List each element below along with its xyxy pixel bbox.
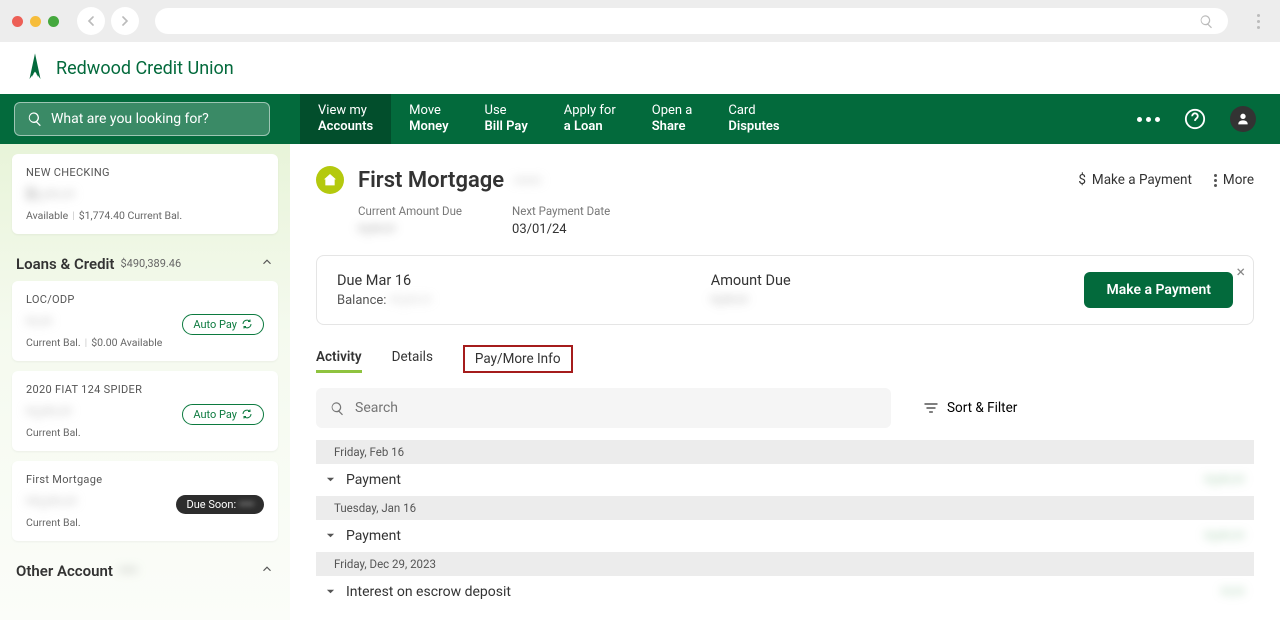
make-payment-button[interactable]: Make a Payment — [1084, 272, 1233, 308]
main-content: First Mortgage ••••• $ Make a Payment Mo… — [290, 144, 1280, 620]
summary-col: Current Amount Due••,•••.•• — [358, 204, 462, 237]
section-other-account[interactable]: Other Account ••••• — [12, 551, 278, 588]
account-meta: Current Bal. — [26, 426, 264, 439]
sort-filter-label: Sort & Filter — [947, 400, 1017, 416]
caret-down-icon — [326, 528, 340, 544]
section-total: $490,389.46 — [120, 257, 181, 270]
tab-pay-more-info[interactable]: Pay/More Info — [463, 345, 573, 373]
account-balance: •••,•••.•• — [26, 492, 76, 510]
main-nav: What are you looking for? View myAccount… — [0, 94, 1280, 144]
page-title: First Mortgage — [358, 168, 504, 193]
transaction-description: Payment — [346, 528, 1204, 544]
url-bar[interactable] — [155, 8, 1228, 34]
nav-item-disputes[interactable]: CardDisputes — [710, 94, 797, 144]
house-icon — [316, 166, 344, 194]
sort-filter-button[interactable]: Sort & Filter — [923, 400, 1017, 416]
account-card-loan[interactable]: First Mortgage •••,•••.•• Due Soon:•••• Cur… — [12, 461, 278, 541]
nav-item-a-loan[interactable]: Apply fora Loan — [546, 94, 634, 144]
transaction-amount: ••,•••.•• — [1204, 528, 1244, 544]
transaction-date-header: Friday, Dec 29, 2023 — [316, 552, 1254, 576]
summary-col: Next Payment Date03/01/24 — [512, 204, 610, 237]
maximize-window-icon[interactable] — [48, 16, 59, 27]
due-soon-badge: Due Soon:•••• — [176, 495, 264, 514]
browser-forward-button[interactable] — [111, 7, 139, 35]
page-title-number: ••••• — [514, 171, 541, 190]
browser-chrome — [0, 0, 1280, 42]
sidebar: NEW CHECKING $•,•••.•• Available|$1,774.… — [0, 144, 290, 620]
tab-activity[interactable]: Activity — [316, 345, 362, 373]
window-controls — [12, 16, 59, 27]
account-name: 2020 FIAT 124 SPIDER — [26, 383, 264, 396]
vertical-dots-icon — [1214, 174, 1217, 187]
autopay-button[interactable]: Auto Pay — [182, 314, 264, 335]
payment-due-box: × Due Mar 16 Balance: •••,•••.•• Amount … — [316, 255, 1254, 325]
brand-name: Redwood Credit Union — [56, 58, 234, 79]
filter-icon — [923, 400, 939, 416]
account-card-loan[interactable]: LOC/ODP ••.•• Auto PayCurrent Bal.|$0.00 A… — [12, 281, 278, 361]
account-meta: Current Bal. — [26, 516, 264, 529]
search-icon — [1199, 14, 1214, 29]
section-loans-credit[interactable]: Loans & Credit $490,389.46 — [12, 244, 278, 281]
help-icon[interactable] — [1182, 106, 1208, 132]
chevron-up-icon — [260, 254, 274, 273]
nav-search[interactable]: What are you looking for? — [14, 102, 270, 136]
account-meta: Current Bal.|$0.00 Available — [26, 336, 264, 349]
amount-due-value: ••,•••.•• — [711, 293, 1085, 308]
more-menu[interactable]: More — [1214, 172, 1254, 188]
close-icon[interactable]: × — [1236, 262, 1245, 281]
transaction-row[interactable]: Payment••,•••.•• — [316, 464, 1254, 496]
brand-bar: Redwood Credit Union — [0, 42, 1280, 94]
account-meta: Available|$1,774.40 Current Bal. — [26, 209, 264, 222]
account-name: First Mortgage — [26, 473, 264, 486]
transaction-amount: ••.•• — [1221, 584, 1244, 600]
browser-menu-icon[interactable] — [1248, 14, 1268, 29]
transaction-description: Payment — [346, 472, 1204, 488]
browser-back-button[interactable] — [77, 7, 105, 35]
close-window-icon[interactable] — [12, 16, 23, 27]
account-name: LOC/ODP — [26, 293, 264, 306]
section-title: Loans & Credit — [16, 255, 114, 273]
nav-item-accounts[interactable]: View myAccounts — [300, 94, 391, 144]
account-card-checking[interactable]: NEW CHECKING $•,•••.•• Available|$1,774.… — [12, 154, 278, 234]
tab-details[interactable]: Details — [392, 345, 433, 373]
autopay-button[interactable]: Auto Pay — [182, 404, 264, 425]
due-date: Due Mar 16 — [337, 272, 711, 289]
make-payment-label: Make a Payment — [1092, 172, 1192, 188]
transaction-row[interactable]: Interest on escrow deposit••.•• — [316, 576, 1254, 608]
avatar-icon[interactable] — [1230, 106, 1256, 132]
dollar-icon: $ — [1078, 172, 1086, 188]
section-total: ••••• — [119, 564, 138, 577]
account-balance: $•,•••.•• — [26, 185, 264, 203]
chevron-up-icon — [260, 561, 274, 580]
section-title: Other Account — [16, 562, 113, 580]
caret-down-icon — [326, 584, 340, 600]
transaction-date-header: Tuesday, Jan 16 — [316, 496, 1254, 520]
amount-due-label: Amount Due — [711, 272, 1085, 289]
account-balance: ••,•••.•• — [26, 402, 71, 420]
minimize-window-icon[interactable] — [30, 16, 41, 27]
nav-more-icon[interactable] — [1137, 117, 1160, 122]
caret-down-icon — [326, 472, 340, 488]
more-label: More — [1223, 172, 1254, 188]
account-balance: ••.•• — [26, 312, 52, 330]
balance-line: Balance: •••,•••.•• — [337, 293, 711, 308]
search-input[interactable] — [355, 400, 877, 416]
transaction-amount: ••,•••.•• — [1204, 472, 1244, 488]
nav-item-bill-pay[interactable]: UseBill Pay — [467, 94, 546, 144]
account-card-loan[interactable]: 2020 FIAT 124 SPIDER ••,•••.•• Auto PayCur… — [12, 371, 278, 451]
make-payment-link[interactable]: $ Make a Payment — [1078, 172, 1192, 188]
nav-search-placeholder: What are you looking for? — [51, 111, 209, 127]
nav-item-money[interactable]: MoveMoney — [391, 94, 466, 144]
transaction-search[interactable] — [316, 388, 891, 428]
nav-item-share[interactable]: Open aShare — [634, 94, 711, 144]
transaction-date-header: Friday, Feb 16 — [316, 440, 1254, 464]
search-icon — [330, 401, 345, 416]
transaction-row[interactable]: Payment••,•••.•• — [316, 520, 1254, 552]
brand-logo[interactable]: Redwood Credit Union — [24, 52, 234, 84]
transaction-description: Interest on escrow deposit — [346, 584, 1221, 600]
account-name: NEW CHECKING — [26, 166, 264, 179]
